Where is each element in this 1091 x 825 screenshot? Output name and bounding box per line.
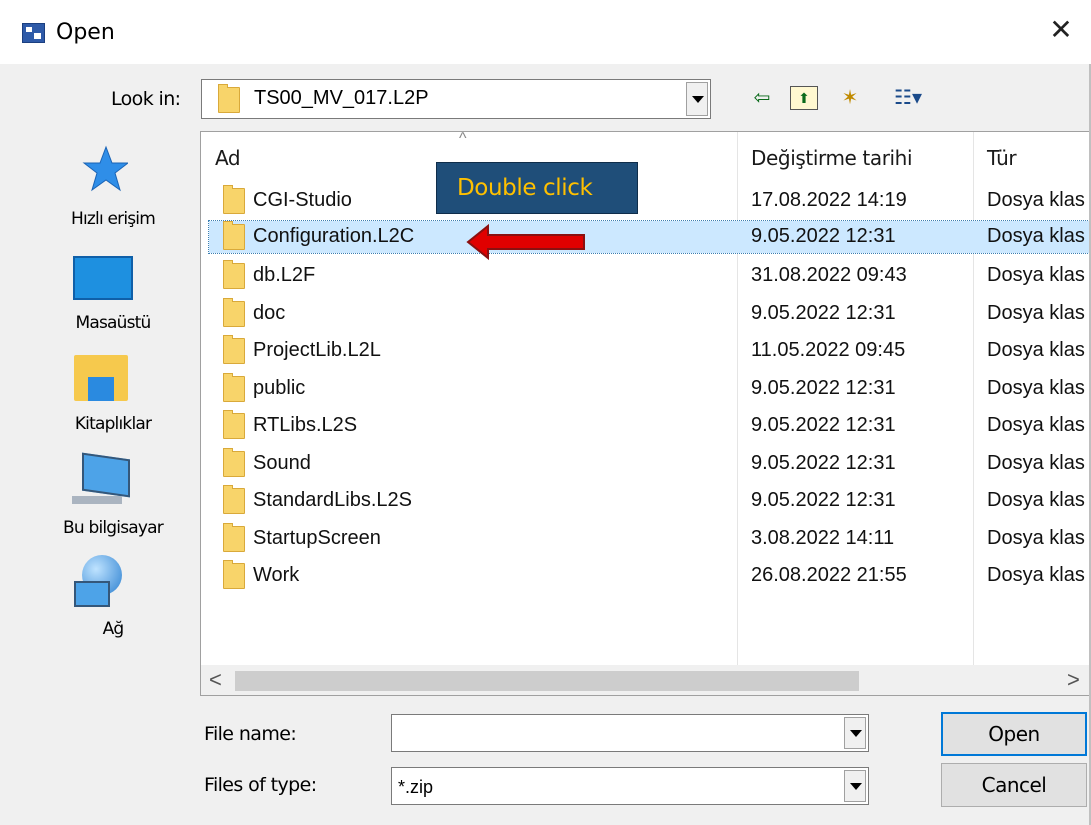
file-name: Work xyxy=(253,564,300,586)
scroll-right-icon[interactable]: > xyxy=(1067,667,1080,693)
back-icon[interactable]: ⇦ xyxy=(750,86,774,110)
folder-icon xyxy=(223,560,245,589)
file-type: Dosya klas xyxy=(987,489,1085,511)
look-in-label: Look in: xyxy=(111,88,181,110)
file-type: Dosya klas xyxy=(987,452,1085,474)
place-label: Ağ xyxy=(102,619,125,639)
folder-icon xyxy=(223,373,245,402)
file-date: 31.08.2022 09:43 xyxy=(751,264,907,286)
file-row[interactable]: Work 26.08.2022 21:55 Dosya klas xyxy=(209,559,1090,593)
desktop-icon xyxy=(73,256,133,300)
file-name: Sound xyxy=(253,452,311,474)
folder-icon xyxy=(223,523,245,552)
file-type-label: Files of type: xyxy=(204,774,317,796)
red-arrow-icon xyxy=(466,223,585,261)
column-header-date[interactable]: Değiştirme tarihi xyxy=(751,146,913,170)
look-in-combo[interactable]: TS00_MV_017.L2P xyxy=(201,79,711,119)
view-menu-icon[interactable]: ☷▾ xyxy=(884,86,932,110)
place-label: Masaüstü xyxy=(75,313,151,333)
file-row[interactable]: Sound 9.05.2022 12:31 Dosya klas xyxy=(209,447,1090,481)
libraries-icon xyxy=(74,355,128,401)
file-type: Dosya klas xyxy=(987,264,1085,286)
this-pc-icon xyxy=(82,452,130,498)
sort-ascending-icon: ^ xyxy=(459,131,467,147)
file-name-label: File name: xyxy=(204,723,297,745)
file-date: 9.05.2022 12:31 xyxy=(751,377,896,399)
scroll-left-icon[interactable]: < xyxy=(209,667,222,693)
new-folder-icon[interactable]: ✶ xyxy=(836,86,864,110)
folder-icon xyxy=(223,335,245,364)
dialog-title: Open xyxy=(56,20,115,45)
place-label: Kitaplıklar xyxy=(74,414,152,434)
file-date: 11.05.2022 09:45 xyxy=(751,339,906,361)
file-list[interactable]: ^ Ad Değiştirme tarihi Tür CGI-Studio 17… xyxy=(200,131,1091,696)
look-in-dropdown-button[interactable] xyxy=(686,82,708,116)
file-date: 9.05.2022 12:31 xyxy=(751,452,896,474)
file-name: StandardLibs.L2S xyxy=(253,489,413,511)
file-date: 17.08.2022 14:19 xyxy=(751,189,907,211)
file-date: 9.05.2022 12:31 xyxy=(751,489,896,511)
file-name: public xyxy=(253,377,306,399)
place-label: Hızlı erişim xyxy=(71,209,156,229)
file-type: Dosya klas xyxy=(987,189,1085,211)
close-button[interactable]: ✕ xyxy=(1047,14,1075,46)
file-row[interactable]: public 9.05.2022 12:31 Dosya klas xyxy=(209,372,1090,406)
file-name: StartupScreen xyxy=(253,527,381,549)
column-header-type[interactable]: Tür xyxy=(987,146,1017,170)
file-name: doc xyxy=(253,302,286,324)
place-label: Bu bilgisayar xyxy=(63,518,164,538)
file-row[interactable]: RTLibs.L2S 9.05.2022 12:31 Dosya klas xyxy=(209,409,1090,443)
file-row[interactable]: CGI-Studio 17.08.2022 14:19 Dosya klas xyxy=(209,184,1090,218)
double-click-callout: Double click xyxy=(436,162,638,214)
file-name-input[interactable] xyxy=(391,714,869,752)
scroll-thumb[interactable] xyxy=(235,671,859,691)
look-in-value: TS00_MV_017.L2P xyxy=(254,87,429,109)
folder-icon xyxy=(218,84,240,113)
file-type-value: *.zip xyxy=(398,777,434,797)
file-type: Dosya klas xyxy=(987,414,1085,436)
app-icon xyxy=(22,23,45,43)
file-date: 9.05.2022 12:31 xyxy=(751,302,896,324)
file-row[interactable]: db.L2F 31.08.2022 09:43 Dosya klas xyxy=(209,259,1090,293)
file-type: Dosya klas xyxy=(987,527,1085,549)
folder-icon xyxy=(223,185,245,214)
file-date: 26.08.2022 21:55 xyxy=(751,564,907,586)
quick-access-star-icon xyxy=(82,145,128,192)
open-button[interactable]: Open xyxy=(941,712,1087,756)
folder-icon xyxy=(223,260,245,289)
file-type: Dosya klas xyxy=(987,339,1085,361)
file-row[interactable]: ProjectLib.L2L 11.05.2022 09:45 Dosya kl… xyxy=(209,334,1090,368)
file-name: RTLibs.L2S xyxy=(253,414,358,436)
file-date: 3.08.2022 14:11 xyxy=(751,527,895,549)
file-type: Dosya klas xyxy=(987,302,1085,324)
file-name: Configuration.L2C xyxy=(253,225,415,247)
folder-icon xyxy=(223,485,245,514)
file-name: db.L2F xyxy=(253,264,316,286)
file-row[interactable]: StartupScreen 3.08.2022 14:11 Dosya klas xyxy=(209,522,1090,556)
horizontal-scrollbar[interactable]: < > xyxy=(201,665,1090,695)
file-type-dropdown-button[interactable] xyxy=(844,770,866,802)
file-row[interactable]: StandardLibs.L2S 9.05.2022 12:31 Dosya k… xyxy=(209,484,1090,518)
file-row-selected[interactable]: Configuration.L2C 9.05.2022 12:31 Dosya … xyxy=(208,220,1090,254)
cancel-button[interactable]: Cancel xyxy=(941,763,1087,807)
column-header-name[interactable]: Ad xyxy=(215,146,241,170)
file-name: ProjectLib.L2L xyxy=(253,339,381,361)
file-type: Dosya klas xyxy=(987,225,1085,247)
file-date: 9.05.2022 12:31 xyxy=(751,225,896,247)
folder-icon xyxy=(223,410,245,439)
folder-icon xyxy=(223,448,245,477)
file-date: 9.05.2022 12:31 xyxy=(751,414,896,436)
file-name-dropdown-button[interactable] xyxy=(844,717,866,749)
file-name: CGI-Studio xyxy=(253,189,352,211)
title-bar: Open ✕ xyxy=(0,0,1091,64)
file-type: Dosya klas xyxy=(987,377,1085,399)
folder-icon xyxy=(223,221,245,250)
folder-icon xyxy=(223,298,245,327)
file-type: Dosya klas xyxy=(987,564,1085,586)
file-row[interactable]: doc 9.05.2022 12:31 Dosya klas xyxy=(209,297,1090,331)
up-folder-icon[interactable]: ⬆ xyxy=(790,86,818,110)
file-type-select[interactable]: *.zip xyxy=(391,767,869,805)
